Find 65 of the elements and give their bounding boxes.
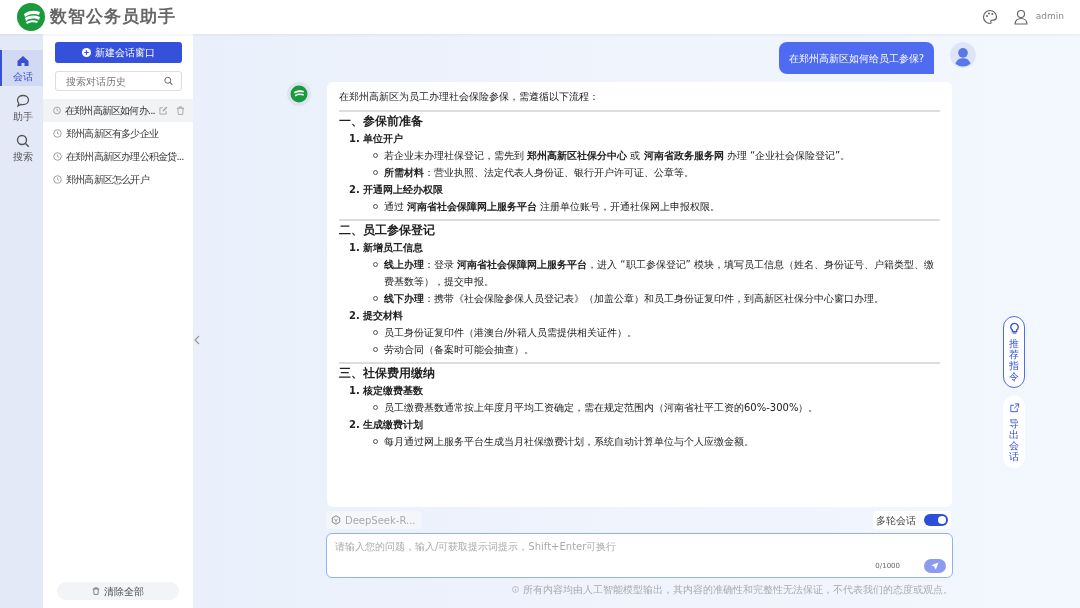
app-title: 数智公务员助手 — [50, 5, 176, 29]
history-item[interactable]: 在郑州高新区办理公积金贷... — [43, 145, 193, 168]
search-box[interactable]: 搜索对话历史 — [54, 71, 182, 91]
bullet-text: 劳动合同（备案时可能会抽查）。 — [384, 343, 534, 357]
bullet-text: 线下办理：携带《社会保险参保人员登记表》（加盖公章）和员工身份证复印件，到高新区社保分中心窗口办理。 — [384, 292, 884, 306]
multi-turn-label: 多轮会话 — [876, 513, 916, 528]
clear-all-button[interactable]: 清除全部 — [57, 582, 179, 600]
chat-icon — [15, 94, 30, 108]
send-icon — [931, 562, 939, 570]
clock-icon — [53, 152, 62, 161]
export-icon — [1008, 402, 1020, 414]
history-title: 郑州高新区有多少企业 — [66, 127, 158, 141]
bullet-text: 每月通过网上服务平台生成当月社保缴费计划，系统自动计算单位与个人应缴金额。 — [384, 435, 754, 449]
plus-circle-icon — [81, 48, 91, 57]
history-item[interactable]: 郑州高新区有多少企业 — [43, 122, 193, 145]
step-title: 1. 单位开户 — [348, 132, 405, 146]
collapse-icon[interactable] — [193, 334, 201, 346]
send-button[interactable] — [924, 559, 946, 573]
clock-icon — [53, 129, 62, 138]
bullet-text: 所需材料：营业执照、法定代表人身份证、银行开户许可证、公章等。 — [384, 166, 694, 180]
user-icon[interactable] — [1013, 9, 1028, 25]
history-item[interactable]: 在郑州高新区如何办... — [43, 99, 193, 122]
search-icon[interactable] — [163, 76, 173, 86]
search-icon — [15, 134, 30, 148]
step-title: 1. 核定缴费基数 — [348, 384, 425, 398]
step-title: 2. 提交材料 — [348, 309, 405, 323]
message-input[interactable]: 请输入您的问题，输入/可获取提示词提示，Shift+Enter可换行 — [333, 538, 946, 555]
bullet-text: 若企业未办理社保登记，需先到 郑州高新区社保分中心 或 河南省政务服务网 办理 “企业社会保险登记”。 — [384, 149, 851, 163]
nav-tab[interactable]: 助手 — [0, 90, 43, 126]
assistant-avatar — [287, 82, 311, 106]
step-title: 1. 新增员工信息 — [348, 241, 425, 255]
section-heading: 一、参保前准备 — [339, 113, 424, 130]
side-action-button[interactable]: 导出会话 — [1003, 396, 1025, 468]
nav-tab[interactable]: 会话 — [0, 50, 43, 86]
history-item[interactable]: 郑州高新区怎么开户 — [43, 168, 193, 191]
new-chat-button[interactable]: 新建会话窗口 — [54, 42, 182, 63]
bullet-text: 员工身份证复印件（港澳台/外籍人员需提供相关证件）。 — [384, 326, 638, 340]
side-action-button[interactable]: 推荐指令 — [1003, 316, 1025, 388]
section-heading: 二、员工参保登记 — [339, 222, 436, 239]
bulb-icon — [1008, 322, 1020, 334]
nav-tab[interactable]: 搜索 — [0, 130, 43, 166]
history-title: 郑州高新区怎么开户 — [66, 173, 149, 187]
bullet-text: 通过 河南省社会保障网上服务平台 注册单位账号，开通社保网上申报权限。 — [384, 200, 721, 214]
step-title: 2. 生成缴费计划 — [348, 418, 425, 432]
user-avatar — [950, 42, 976, 68]
model-icon — [331, 515, 341, 525]
user-message: 在郑州高新区如何给员工参保? — [778, 42, 934, 74]
palette-icon[interactable] — [981, 9, 998, 25]
user-name[interactable]: admin — [1035, 10, 1064, 24]
clock-icon — [53, 175, 62, 184]
answer-intro: 在郑州高新区为员工办理社会保险参保，需遵循以下流程： — [339, 88, 940, 112]
info-icon — [512, 586, 519, 593]
trash-icon — [92, 587, 100, 595]
multi-turn-switch[interactable] — [924, 514, 948, 526]
search-field[interactable]: 搜索对话历史 — [63, 72, 164, 90]
section-heading: 三、社保费用缴纳 — [339, 365, 436, 382]
history-title: 在郑州高新区办理公积金贷... — [66, 150, 184, 164]
step-title: 2. 开通网上经办权限 — [348, 183, 445, 197]
history-title: 在郑州高新区如何办... — [65, 104, 155, 118]
disclaimer-text: 所有内容均由人工智能模型输出，其内容的准确性和完整性无法保证，不代表我们的态度或观点。 — [523, 583, 953, 597]
edit-icon[interactable] — [159, 106, 168, 115]
home-icon — [15, 54, 30, 68]
bullet-text: 员工缴费基数通常按上年度月平均工资确定，需在规定范围内（河南省社平工资的60%-300%）。 — [384, 401, 819, 415]
bullet-text: 线上办理：登录 河南省社会保障网上服务平台，进入 “职工参保登记” 模块，填写员工信息（姓名、身份证号、户籍类型、缴费基数等），提交申报。 — [384, 258, 935, 289]
clock-icon — [53, 106, 62, 115]
